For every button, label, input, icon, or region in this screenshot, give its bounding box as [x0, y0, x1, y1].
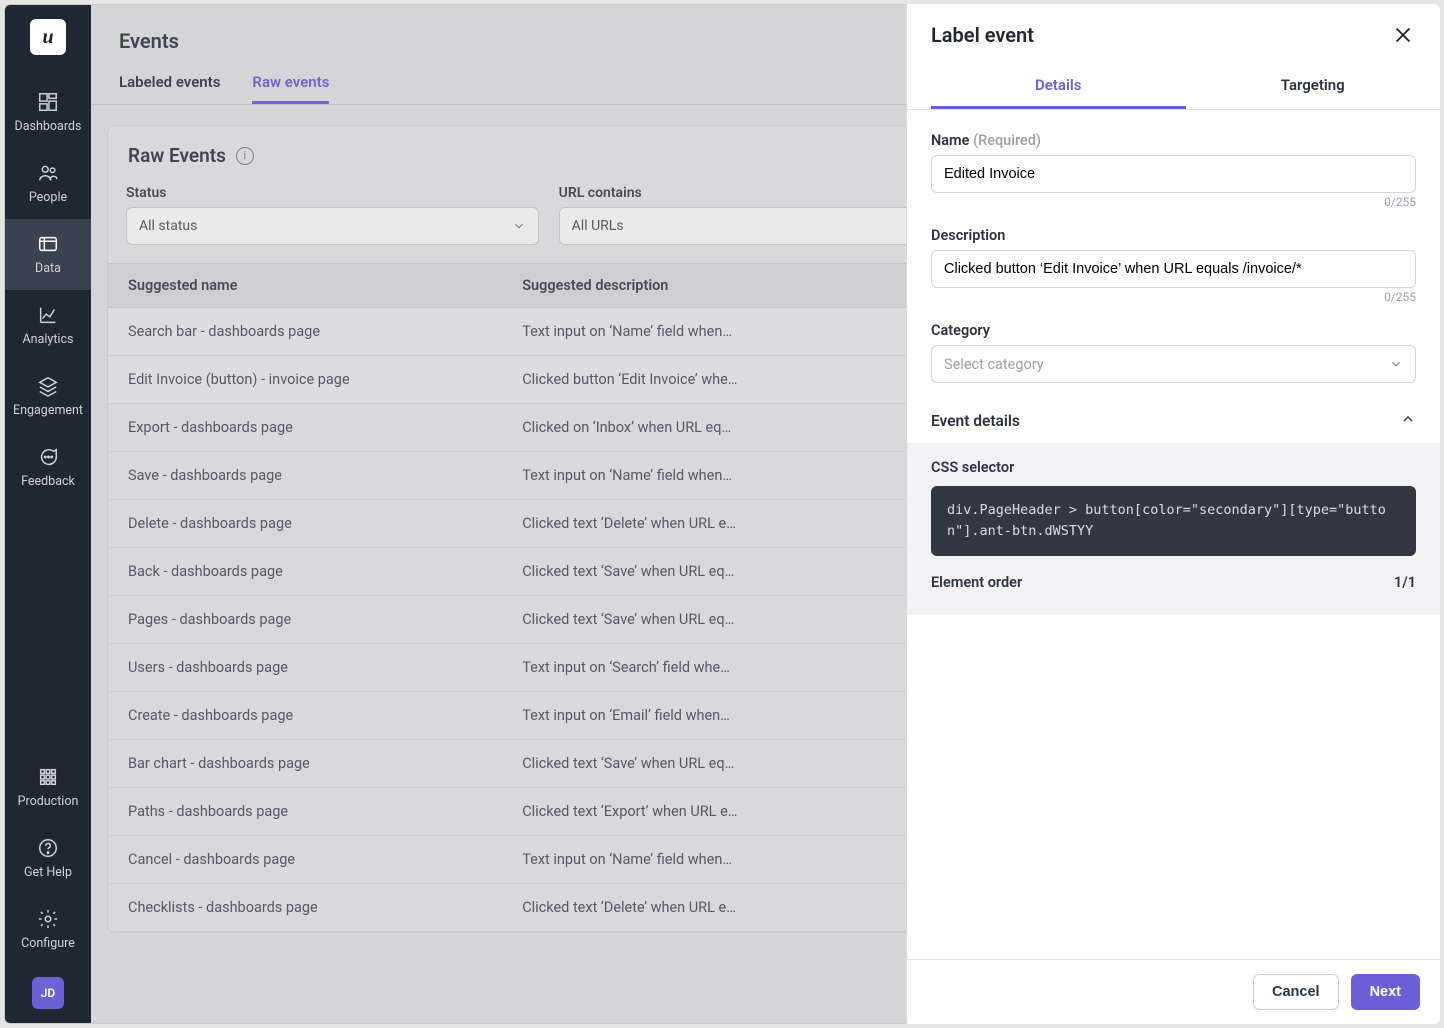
sidebar-item-feedback[interactable]: Feedback	[5, 432, 91, 503]
element-order-value: 1/1	[1394, 574, 1416, 591]
css-selector-value: div.PageHeader > button[color="secondary…	[931, 486, 1416, 556]
sidebar-item-dashboards[interactable]: Dashboards	[5, 77, 91, 148]
sidebar-item-label: Analytics	[23, 332, 74, 347]
sidebar-item-label: Configure	[21, 936, 75, 951]
grid-icon	[37, 766, 59, 788]
chat-icon	[37, 446, 59, 468]
people-icon	[37, 162, 59, 184]
data-icon	[37, 233, 59, 255]
drawer-title: Label event	[931, 23, 1034, 47]
drawer-tabs: Details Targeting	[907, 66, 1440, 110]
sidebar-item-people[interactable]: People	[5, 148, 91, 219]
sidebar-item-help[interactable]: Get Help	[5, 823, 91, 894]
sidebar-item-label: Production	[18, 794, 79, 809]
close-button[interactable]	[1390, 22, 1416, 48]
label-event-drawer: Label event Details Targeting Name (Requ…	[906, 4, 1440, 1024]
category-placeholder: Select category	[944, 356, 1044, 373]
sidebar-item-production[interactable]: Production	[5, 752, 91, 823]
name-label: Name (Required)	[931, 132, 1416, 149]
sidebar-item-label: Dashboards	[15, 119, 82, 134]
layers-icon	[37, 375, 59, 397]
sidebar-item-label: Engagement	[13, 403, 83, 418]
dashboard-icon	[37, 91, 59, 113]
drawer-tab-targeting[interactable]: Targeting	[1186, 66, 1441, 109]
drawer-tab-details[interactable]: Details	[931, 66, 1186, 109]
sidebar-item-label: People	[29, 190, 67, 205]
avatar[interactable]: JD	[32, 977, 64, 1009]
logo[interactable]: u	[30, 19, 66, 55]
sidebar-item-analytics[interactable]: Analytics	[5, 290, 91, 361]
sidebar-item-engagement[interactable]: Engagement	[5, 361, 91, 432]
sidebar-item-label: Data	[35, 261, 61, 276]
sidebar-item-label: Feedback	[21, 474, 75, 489]
analytics-icon	[37, 304, 59, 326]
event-details-toggle[interactable]: Event details	[931, 401, 1416, 443]
chevron-up-icon	[1400, 411, 1416, 431]
description-counter: 0/255	[931, 290, 1416, 304]
element-order-label: Element order	[931, 574, 1022, 591]
gear-icon	[37, 908, 59, 930]
css-selector-label: CSS selector	[931, 459, 1416, 476]
sidebar-item-label: Get Help	[24, 865, 72, 880]
description-input[interactable]	[944, 261, 1403, 277]
sidebar-item-data[interactable]: Data	[5, 219, 91, 290]
name-input[interactable]	[944, 166, 1403, 182]
sidebar: u Dashboards People Data	[5, 5, 91, 1023]
help-icon	[37, 837, 59, 859]
cancel-button[interactable]: Cancel	[1253, 974, 1339, 1010]
category-select[interactable]: Select category	[931, 345, 1416, 383]
sidebar-item-configure[interactable]: Configure	[5, 894, 91, 965]
description-label: Description	[931, 227, 1416, 244]
next-button[interactable]: Next	[1351, 974, 1420, 1010]
name-counter: 0/255	[931, 195, 1416, 209]
category-label: Category	[931, 322, 1416, 339]
